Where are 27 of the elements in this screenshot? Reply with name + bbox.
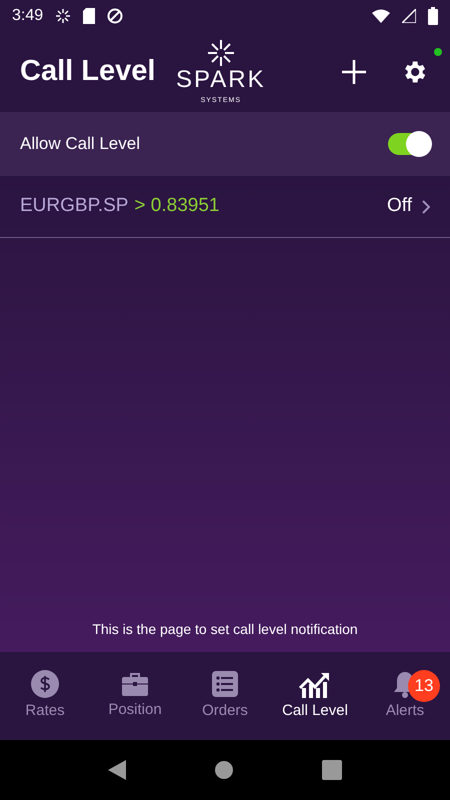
page-title: Call Level: [20, 54, 156, 90]
setting-label: Allow Call Level: [20, 133, 141, 156]
info-text: This is the page to set call level notification: [91, 620, 359, 639]
tab[interactable]: Orders: [180, 652, 270, 740]
tab[interactable]: Rates: [0, 652, 90, 740]
back-icon[interactable]: [108, 760, 126, 780]
count-badge: 13: [408, 670, 440, 702]
symbol-text: EURGBP.SP: [20, 194, 128, 218]
tab[interactable]: Position: [90, 652, 180, 740]
sd-card-icon: [83, 8, 96, 24]
signal-icon: [402, 9, 416, 23]
status-text: Off: [387, 194, 412, 218]
chevron-right-icon: [422, 200, 430, 214]
dollar-icon: [31, 670, 59, 698]
battery-icon: [428, 7, 438, 25]
circle-slash-icon: [107, 8, 124, 24]
list-icon: [211, 670, 239, 698]
condition-text: > 0.83951: [134, 194, 220, 218]
tab[interactable]: Alerts 13: [360, 652, 450, 740]
status-time: 3:49: [12, 6, 44, 26]
call-level-row[interactable]: EURGBP.SP > 0.83951 Off: [0, 176, 450, 238]
sparkle-icon: [55, 8, 72, 24]
wifi-icon: [372, 9, 390, 23]
toggle-switch[interactable]: [388, 133, 430, 155]
briefcase-icon: [121, 670, 149, 697]
home-icon[interactable]: [214, 760, 234, 780]
tab[interactable]: Call Level: [270, 652, 360, 740]
